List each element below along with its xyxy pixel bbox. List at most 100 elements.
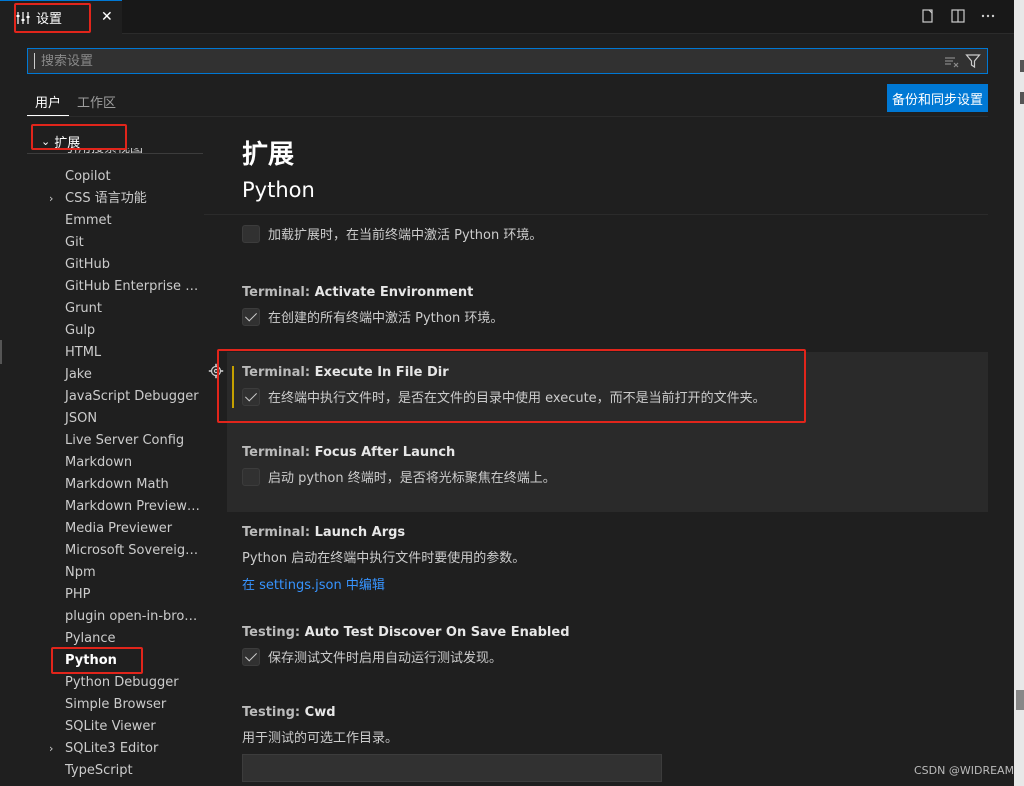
setting-title: Terminal: Activate Environment — [242, 284, 988, 302]
setting-category: Testing: — [242, 625, 305, 640]
settings-tab-label: 设置 — [36, 12, 63, 27]
setting-launch-args: Terminal: Launch Args Python 启动在终端中执行文件时… — [227, 524, 988, 593]
tab-actions — [920, 8, 996, 24]
setting-category: Terminal: — [242, 525, 315, 540]
setting-category: Terminal: — [242, 445, 315, 460]
tree-item[interactable]: TypeScript — [27, 760, 203, 782]
setting-checkbox[interactable] — [242, 467, 260, 486]
tree-item-label: Media Previewer — [65, 521, 173, 536]
tree-item-label: Markdown Preview En... — [65, 499, 203, 514]
setting-checkbox[interactable] — [242, 307, 260, 326]
setting-activate-env-current: 加载扩展时，在当前终端中激活 Python 环境。 — [227, 224, 988, 243]
cwd-input[interactable] — [242, 754, 662, 782]
tree-item[interactable]: JSON — [27, 408, 203, 430]
tree-item[interactable]: SQLite Viewer — [27, 716, 203, 738]
tree-item-label: Git — [65, 235, 84, 250]
tree-item[interactable]: PHP — [27, 584, 203, 606]
tree-item-label: SQLite Viewer — [65, 719, 156, 734]
page-title: 扩展 — [242, 140, 295, 170]
tree-sticky-divider — [27, 153, 203, 154]
setting-name: Cwd — [304, 705, 336, 720]
setting-description: 用于测试的可选工作目录。 — [242, 731, 399, 746]
scope-tabs: 用户 工作区 — [27, 88, 124, 116]
tree-item[interactable]: Npm — [27, 562, 203, 584]
backup-sync-button[interactable]: 备份和同步设置 — [887, 84, 988, 112]
setting-title: Testing: Auto Test Discover On Save Enab… — [242, 624, 988, 642]
settings-toc-tree: 引用搜索视图 ⌄ 扩展 Copilot › CSS 语言功能 Emmet Git GitH… — [27, 128, 203, 786]
tree-item-label: SQLite3 Editor — [65, 741, 159, 756]
setting-activate-environment: Terminal: Activate Environment 在创建的所有终端中… — [227, 284, 988, 326]
search-input[interactable] — [35, 53, 943, 69]
strip-mark — [1020, 92, 1024, 104]
tree-item-label: Copilot — [65, 169, 111, 184]
tree-item[interactable]: Python — [27, 650, 203, 672]
tree-item[interactable]: Markdown Preview En... — [27, 496, 203, 518]
divider — [27, 116, 988, 117]
settings-editor: 扩展 Python 加载扩展时，在当前终端中激活 Python 环境。 Term… — [204, 128, 1014, 786]
tree-item[interactable]: Pylance — [27, 628, 203, 650]
settings-tab[interactable]: 设置 ✕ — [0, 0, 122, 34]
tree-item[interactable]: JavaScript Debugger — [27, 386, 203, 408]
tree-item-label: Gulp — [65, 323, 96, 338]
tree-item-label: GitHub Enterprise Ser... — [65, 279, 203, 294]
search-actions — [943, 53, 987, 69]
tree-item[interactable]: Emmet — [27, 210, 203, 232]
setting-category: Terminal: — [242, 285, 315, 300]
split-editor-icon[interactable] — [950, 8, 966, 24]
tree-item[interactable]: Markdown Math — [27, 474, 203, 496]
tree-item[interactable]: Live Server Config — [27, 430, 203, 452]
tree-item[interactable]: Media Previewer — [27, 518, 203, 540]
tree-item[interactable]: › CSS 语言功能 — [27, 188, 203, 210]
tree-item[interactable]: › SQLite3 Editor — [27, 738, 203, 760]
tree-section-extensions[interactable]: ⌄ 扩展 — [41, 132, 80, 151]
tree-item-label: Jake — [65, 367, 92, 382]
tree-item-label: Microsoft Sovereign C... — [65, 543, 203, 558]
tab-user[interactable]: 用户 — [27, 88, 70, 116]
tree-item[interactable]: Copilot — [27, 166, 203, 188]
editor-tab-bar: 设置 ✕ — [0, 0, 1014, 34]
edit-in-settings-json-link[interactable]: 在 settings.json 中编辑 — [242, 574, 988, 593]
tree-item[interactable]: Markdown — [27, 452, 203, 474]
tree-item[interactable]: Git — [27, 232, 203, 254]
setting-checkbox[interactable] — [242, 224, 260, 243]
tree-item[interactable]: Simple Browser — [27, 694, 203, 716]
setting-title: Terminal: Launch Args — [242, 524, 988, 542]
chevron-right-icon: › — [49, 742, 54, 755]
tree-item-label: Python Debugger — [65, 675, 179, 690]
setting-testing-cwd: Testing: Cwd 用于测试的可选工作目录。 — [227, 704, 988, 782]
tree-item-label: Python — [65, 653, 117, 668]
setting-category: Terminal: — [242, 365, 315, 380]
settings-search-box[interactable] — [27, 48, 988, 74]
tree-item[interactable]: GitHub — [27, 254, 203, 276]
tree-item[interactable]: Microsoft Sovereign C... — [27, 540, 203, 562]
tree-item-label: CSS 语言功能 — [65, 191, 147, 206]
tree-item-label: Pylance — [65, 631, 116, 646]
tree-item[interactable]: plugin open-in-browser — [27, 606, 203, 628]
outer-window-strip — [1014, 0, 1024, 786]
outer-scrollbar-thumb[interactable] — [1016, 690, 1024, 710]
tree-item[interactable]: HTML — [27, 342, 203, 364]
clear-filter-icon[interactable] — [943, 53, 959, 69]
tree-item[interactable]: Jake — [27, 364, 203, 386]
gear-icon[interactable] — [208, 363, 224, 379]
tree-item-label: TypeScript — [65, 763, 133, 778]
tab-workspace[interactable]: 工作区 — [69, 88, 124, 116]
setting-focus-after-launch: Terminal: Focus After Launch 启动 python 终… — [227, 432, 988, 512]
tree-item-label: Emmet — [65, 213, 112, 228]
header-divider — [204, 214, 988, 215]
tree-item[interactable]: Gulp — [27, 320, 203, 342]
setting-execute-in-file-dir: Terminal: Execute In File Dir 在终端中执行文件时，… — [227, 352, 988, 432]
tree-item[interactable]: GitHub Enterprise Ser... — [27, 276, 203, 298]
setting-checkbox[interactable] — [242, 647, 260, 666]
setting-title: Testing: Cwd — [242, 704, 988, 722]
close-icon[interactable]: ✕ — [101, 9, 113, 25]
tree-item[interactable]: Grunt — [27, 298, 203, 320]
left-edge-mark — [0, 340, 2, 364]
open-json-icon[interactable] — [920, 8, 936, 24]
tree-item[interactable]: Python Debugger — [27, 672, 203, 694]
more-actions-icon[interactable] — [980, 8, 996, 24]
setting-name: Auto Test Discover On Save Enabled — [304, 625, 570, 640]
setting-description: 在创建的所有终端中激活 Python 环境。 — [268, 311, 504, 326]
filter-icon[interactable] — [965, 53, 981, 69]
setting-checkbox[interactable] — [242, 387, 260, 406]
